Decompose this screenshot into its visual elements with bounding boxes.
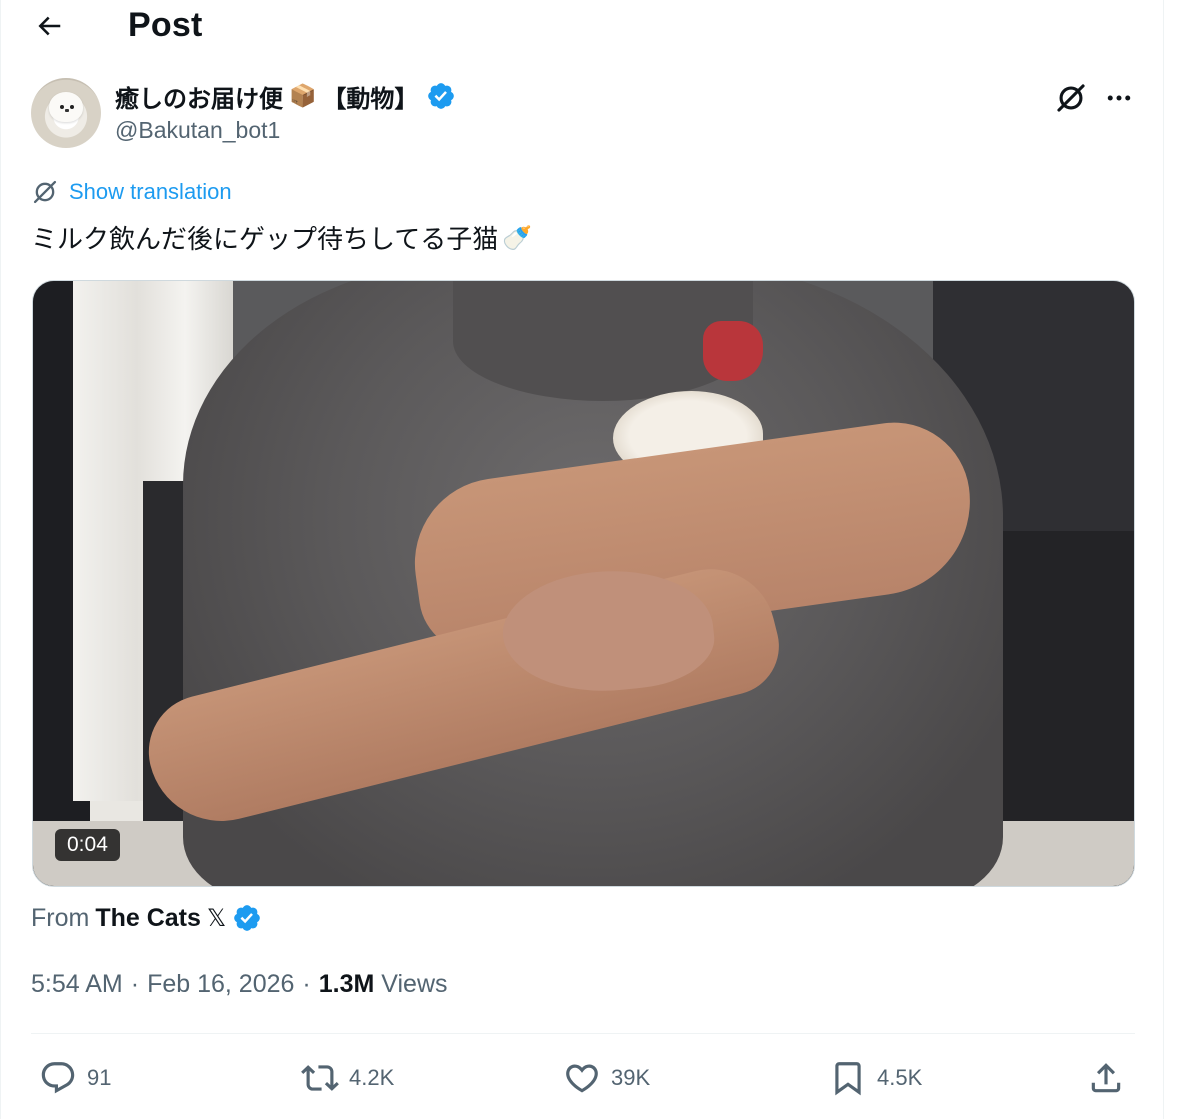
repost-count: 4.2K [349, 1065, 395, 1090]
avatar[interactable] [31, 78, 101, 148]
page-title: Post [128, 6, 203, 44]
bookmark-icon [835, 1062, 861, 1096]
grok-icon [1057, 84, 1085, 112]
video-duration-badge: 0:04 [55, 829, 120, 861]
divider [31, 1033, 1135, 1034]
tweet-text: ミルク飲んだ後にゲップ待ちしてる子猫 🍼 [31, 219, 532, 256]
tweet-text-body: ミルク飲んだ後にゲップ待ちしてる子猫 [31, 225, 499, 255]
post-date[interactable]: Feb 16, 2026 [147, 970, 294, 999]
post-meta: 5:54 AM · Feb 16, 2026 · 1.3M Views [31, 970, 448, 999]
author-display-name[interactable]: 癒しのお届け便 [115, 79, 283, 114]
share-icon [1091, 1063, 1121, 1093]
views-count[interactable]: 1.3M [319, 970, 375, 998]
baby-bottle-emoji: 🍼 [502, 223, 533, 252]
repost-icon [301, 1065, 339, 1091]
reply-count: 91 [87, 1065, 112, 1090]
like-count: 39K [611, 1065, 651, 1090]
package-emoji: 📦 [289, 83, 317, 109]
x-logo-icon: 𝕏 [206, 904, 227, 932]
reply-button[interactable]: 91 [39, 1055, 111, 1101]
more-options-button[interactable] [1099, 78, 1139, 118]
show-translation-link[interactable]: Show translation [31, 178, 232, 206]
bookmark-button[interactable]: 4.5K [829, 1055, 922, 1101]
reply-icon [41, 1062, 75, 1094]
like-button[interactable]: 39K [563, 1055, 650, 1101]
source-account-link[interactable]: The Cats [95, 904, 201, 933]
meta-separator: · [130, 970, 140, 998]
verified-badge-icon[interactable] [426, 81, 456, 111]
display-name-row: 癒しのお届け便 📦 【動物】 [115, 78, 456, 114]
verified-badge-icon[interactable] [232, 903, 262, 933]
repost-button[interactable]: 4.2K [301, 1055, 394, 1101]
views-label: Views [381, 970, 448, 998]
bookmark-count: 4.5K [877, 1065, 923, 1090]
share-button[interactable] [1087, 1055, 1125, 1101]
post-detail-page: Post 癒しのお届け便 📦 【動物】 @Bakutan_bot1 Show t… [0, 0, 1164, 1119]
heart-icon [566, 1064, 598, 1093]
video-player[interactable]: 0:04 [32, 280, 1135, 887]
from-label: From [31, 903, 90, 932]
grok-button[interactable] [1051, 78, 1091, 118]
arrow-left-icon [38, 16, 61, 36]
post-time[interactable]: 5:54 AM [31, 970, 123, 999]
source-attribution: From The Cats 𝕏 [31, 903, 262, 933]
author-name-suffix[interactable]: 【動物】 [322, 79, 418, 114]
meta-separator: · [302, 970, 311, 998]
back-button[interactable] [29, 6, 69, 46]
more-horizontal-icon [1107, 95, 1131, 101]
show-translation-label[interactable]: Show translation [69, 179, 232, 205]
grok-translate-icon [33, 180, 57, 204]
author-handle[interactable]: @Bakutan_bot1 [115, 117, 280, 144]
